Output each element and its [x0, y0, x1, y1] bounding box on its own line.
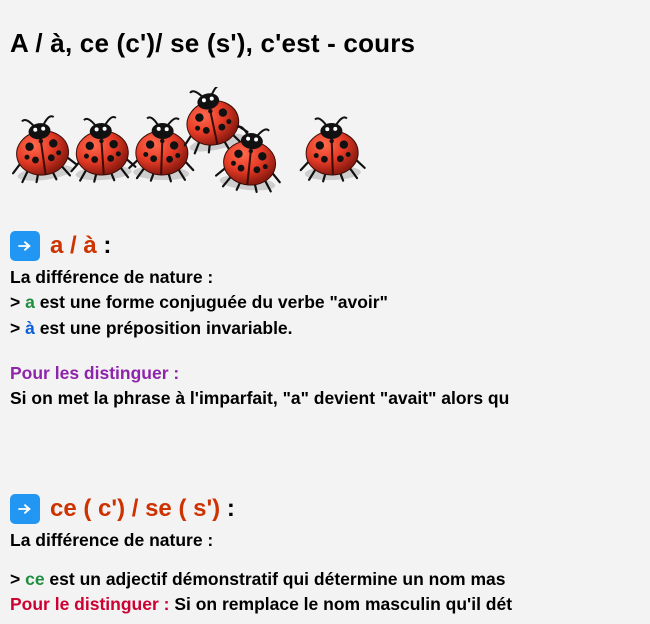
rule-line: > a est une forme conjuguée du verbe "av… — [10, 290, 650, 315]
arrow-right-icon — [10, 231, 40, 261]
distinguish-text: Si on met la phrase à l'imparfait, "a" d… — [10, 386, 650, 411]
keyword-ce: ce — [25, 569, 44, 589]
section-heading-text: ce ( c') / se ( s') — [50, 495, 220, 522]
nature-label: La différence de nature : — [10, 265, 650, 290]
section-a-a-accent: a / à : La différence de nature : > a es… — [10, 231, 650, 412]
ladybugs-image — [10, 87, 380, 207]
blank-line — [10, 553, 650, 567]
section-heading-colon: : — [97, 232, 112, 259]
keyword-a-accent: à — [25, 318, 35, 338]
rule-line: > à est une préposition invariable. — [10, 316, 650, 341]
rule-line: > ce est un adjectif démonstratif qui dé… — [10, 567, 650, 592]
lesson-page: A / à, ce (c')/ se (s'), c'est - cours — [0, 0, 650, 618]
nature-label: La différence de nature : — [10, 528, 650, 553]
section-heading: ce ( c') / se ( s') : — [10, 494, 650, 524]
keyword-a: a — [25, 292, 35, 312]
arrow-right-icon — [10, 494, 40, 524]
spacer — [10, 418, 650, 476]
section-heading: a / à : — [10, 231, 650, 261]
distinguish-label: Pour les distinguer : — [10, 363, 650, 384]
section-heading-text: a / à — [50, 232, 97, 259]
distinguish-text: Si on remplace le nom masculin qu'il dét — [174, 594, 512, 614]
section-ce-se: ce ( c') / se ( s') : La différence de n… — [10, 494, 650, 618]
page-title: A / à, ce (c')/ se (s'), c'est - cours — [10, 28, 650, 59]
section-heading-colon: : — [220, 495, 235, 522]
distinguish-label: Pour le distinguer : — [10, 594, 174, 614]
